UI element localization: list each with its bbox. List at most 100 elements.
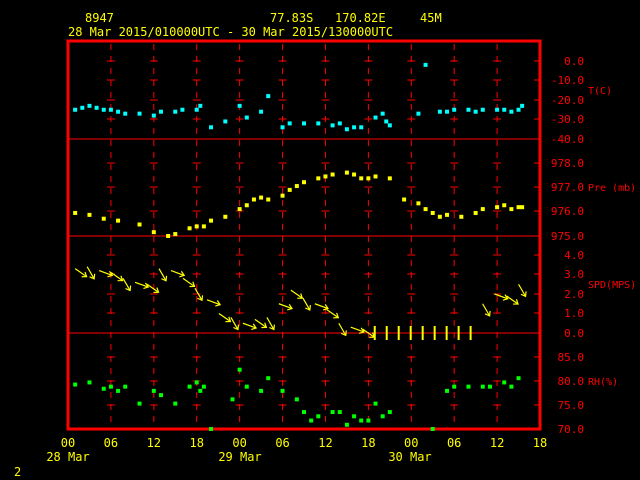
y-tick-label: 75.0 [558,399,585,412]
time-period: 28 Mar 2015/010000UTC - 30 Mar 2015/1300… [68,25,393,39]
pressure-point [223,214,228,219]
pressure-point [244,203,249,208]
humidity-point [194,380,199,385]
humidity-point [430,427,435,431]
pressure-point [473,210,478,215]
pressure-point [316,176,321,181]
pressure-point [209,218,214,223]
temperature-point [259,109,264,114]
pressure-point [266,197,271,202]
temperature-point [452,107,457,112]
temperature-point [437,109,442,114]
temperature-point [137,111,142,116]
x-tick-label: 12 [490,436,504,450]
humidity-point [209,427,214,431]
humidity-point [259,388,264,393]
y-tick-label: -30.0 [551,113,584,126]
plot-frame [66,39,542,431]
pressure-point [330,172,335,177]
humidity-point [302,410,306,415]
temperature-point [223,119,228,124]
pressure-point [430,210,435,215]
x-tick-label: 18 [533,436,547,450]
pressure-point [237,207,242,212]
station-elev: 45M [420,11,442,25]
y-tick-label: 977.0 [551,181,584,194]
y-tick-label: 4.0 [564,249,584,262]
temperature-point [352,125,357,130]
pressure-point [480,207,485,212]
temperature-point [87,103,92,108]
humidity-point [187,384,192,389]
temperature-point [151,113,156,118]
data-layer [73,62,527,431]
humidity-point [344,422,349,427]
temperature-point [423,62,428,67]
humidity-point [337,410,342,415]
temperature-point [80,105,85,110]
temperature-point [495,107,500,112]
temperature-point [337,121,342,126]
temperature-point [416,111,421,116]
pressure-point [194,224,199,229]
temperature-point [73,107,78,112]
y-tick-label: -20.0 [551,94,584,107]
pressure-point [344,170,349,175]
humidity-point [366,418,371,423]
x-tick-label: 00 [404,436,418,450]
y-tick-label: 3.0 [564,268,584,281]
humidity-point [198,388,203,393]
station-lat: 77.83S [270,11,313,25]
panel-label-temperature: T(C) [588,86,612,97]
temperature-point [480,107,485,112]
humidity-point [387,410,392,415]
temperature-point [384,119,389,124]
temperature-point [302,121,306,126]
humidity-point [116,388,121,393]
humidity-point [151,388,156,393]
temperature-point [466,107,471,112]
humidity-point [309,418,314,423]
temperature-point [237,103,242,108]
temperature-point [158,109,163,114]
temperature-point [502,107,507,112]
pressure-point [516,205,521,210]
humidity-point [123,384,128,389]
pressure-point [137,222,142,227]
pressure-point [187,226,192,231]
humidity-point [480,384,485,389]
pressure-point [87,212,92,217]
humidity-point [108,384,113,389]
pressure-point [366,176,371,181]
humidity-point [280,388,285,393]
pressure-point [251,197,256,202]
humidity-point [237,367,242,372]
humidity-point [516,376,521,381]
meteogram-chart: 8947 77.83S 170.82E 45M 28 Mar 2015/0100… [14,11,636,479]
y-tick-label: 2.0 [564,288,584,301]
pressure-point [509,207,514,212]
temperature-point [108,107,113,112]
pressure-point [445,212,450,217]
y-tick-label: 70.0 [558,423,585,436]
x-tick-label: 12 [147,436,161,450]
temperature-point [287,121,292,126]
temperature-point [123,111,128,116]
humidity-point [230,397,235,402]
pressure-point [437,214,442,219]
pressure-point [280,193,285,198]
temperature-point [473,109,478,114]
temperature-point [280,125,285,130]
y-tick-label: -10.0 [551,74,584,87]
y-tick-label: 0.0 [564,55,584,68]
humidity-point [466,384,471,389]
temperature-point [520,103,525,108]
pressure-point [359,176,364,181]
humidity-point [487,384,492,389]
temperature-point [180,107,185,112]
temperature-point [387,123,392,128]
pressure-point [294,184,299,189]
humidity-point [101,386,106,391]
humidity-point [352,414,357,419]
pressure-point [173,232,178,237]
